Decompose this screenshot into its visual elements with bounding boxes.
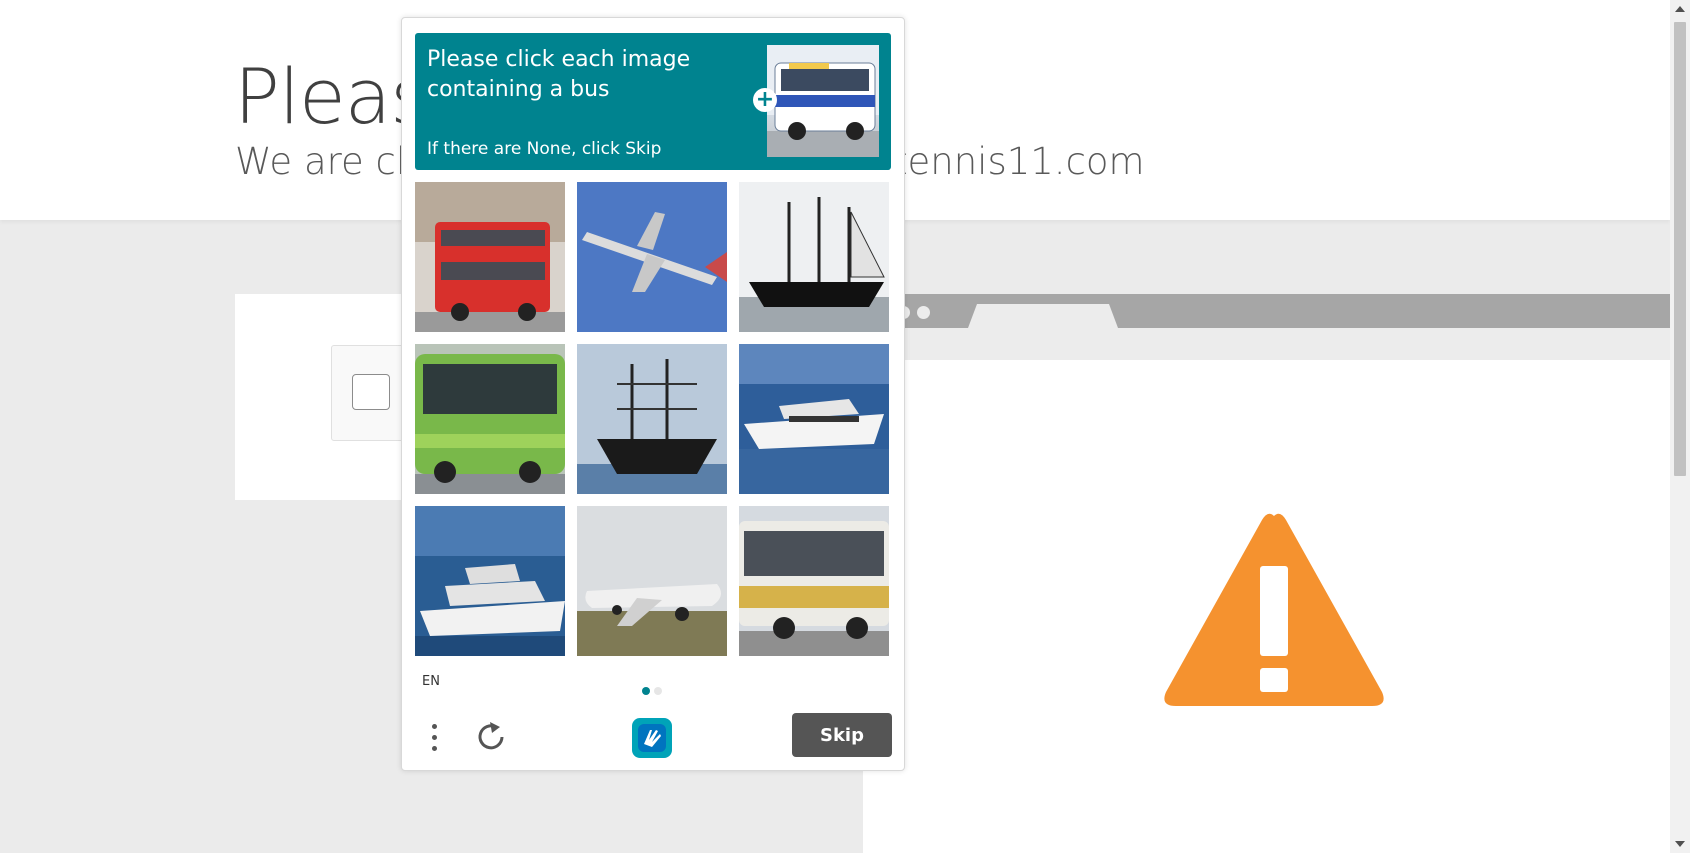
scroll-up-arrow[interactable]: [1675, 6, 1685, 12]
page-dot: [654, 687, 662, 695]
image-tile-6[interactable]: [739, 344, 889, 494]
image-tile-4[interactable]: [415, 344, 565, 494]
example-image[interactable]: [767, 45, 879, 157]
language-selector[interactable]: EN: [422, 674, 440, 689]
scrollbar[interactable]: [1670, 0, 1690, 853]
warning-icon: [1164, 513, 1384, 706]
hcaptcha-logo-icon: [632, 718, 672, 758]
window-dot: [917, 306, 930, 319]
more-options-icon[interactable]: [424, 718, 444, 758]
scroll-down-arrow[interactable]: [1675, 841, 1685, 847]
scroll-thumb[interactable]: [1674, 22, 1686, 476]
prompt-instruction: If there are None, click Skip: [427, 139, 662, 159]
browser-tab: [968, 304, 1118, 328]
captcha-prompt: Please click each image containing a bus…: [415, 33, 891, 170]
refresh-icon[interactable]: [476, 720, 508, 754]
image-tile-7[interactable]: [415, 506, 565, 656]
page-subtitle-domain: tennis11.com: [893, 140, 1145, 183]
image-grid: [415, 182, 893, 660]
page-indicator: [642, 682, 666, 700]
captcha-challenge: Please click each image containing a bus…: [401, 17, 905, 771]
browser-toolbar: [863, 328, 1670, 360]
human-checkbox[interactable]: [352, 374, 390, 410]
prompt-text: Please click each image containing a bus: [427, 47, 691, 102]
image-tile-5[interactable]: [577, 344, 727, 494]
image-tile-3[interactable]: [739, 182, 889, 332]
image-tile-1[interactable]: [415, 182, 565, 332]
browser-titlebar: [863, 294, 1670, 328]
image-tile-9[interactable]: [739, 506, 889, 656]
plus-icon[interactable]: +: [753, 88, 777, 112]
image-tile-2[interactable]: [577, 182, 727, 332]
image-tile-8[interactable]: [577, 506, 727, 656]
skip-button[interactable]: Skip: [792, 713, 892, 757]
page-dot-active: [642, 687, 650, 695]
